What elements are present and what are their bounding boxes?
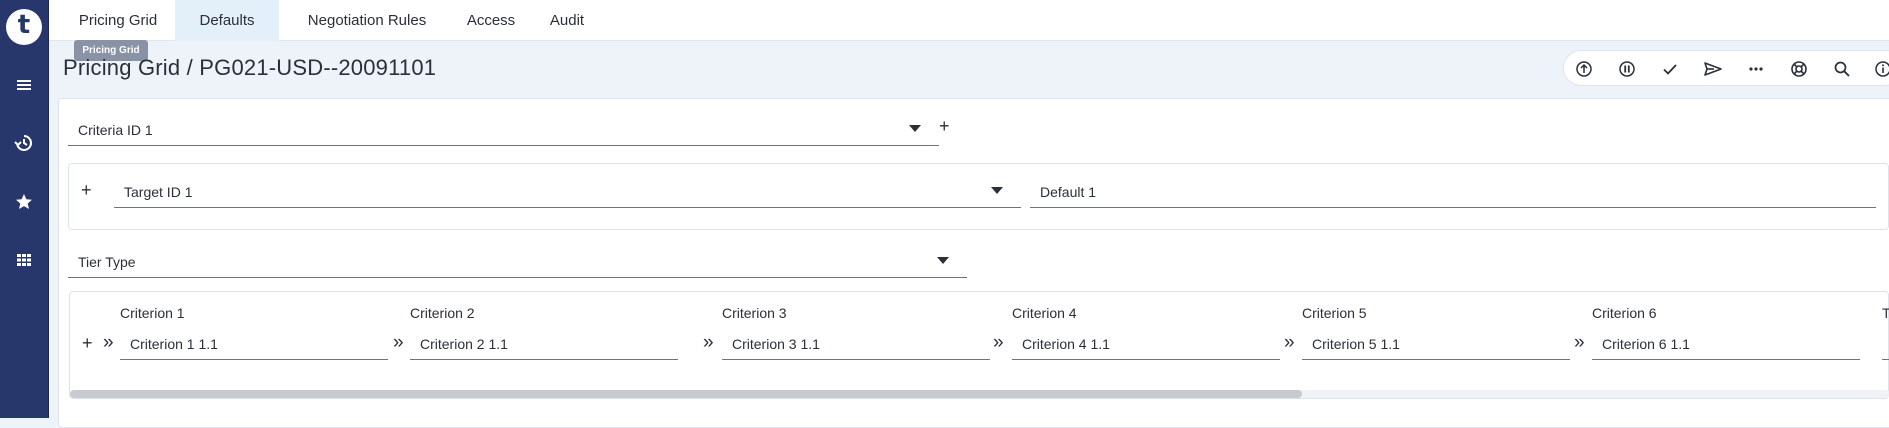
criterion-field[interactable]: Criterion 6 1.1 [1592, 330, 1860, 360]
check-icon[interactable] [1659, 58, 1681, 80]
default-value: Default 1 [1040, 184, 1097, 200]
history-icon[interactable] [14, 133, 34, 153]
add-tier-button[interactable]: + [82, 333, 93, 354]
criterion-field[interactable]: Criterion 3 1.1 [722, 330, 990, 360]
tab-bar: Pricing Grid Defaults Negotiation Rules … [49, 0, 1889, 41]
chevron-down-icon [991, 187, 1003, 194]
pause-icon[interactable] [1616, 58, 1638, 80]
app-logo[interactable]: t [6, 9, 42, 45]
criterion-field[interactable]: Criterion 5 1.1 [1302, 330, 1570, 360]
criterion-value: Criterion 1 1.1 [130, 336, 218, 352]
horizontal-scrollbar[interactable] [70, 390, 1889, 398]
tab-pricing-grid[interactable]: Pricing Grid [61, 0, 175, 41]
send-icon[interactable] [1702, 58, 1724, 80]
chevron-right-icon[interactable]: » [103, 333, 114, 352]
upload-icon[interactable] [1573, 58, 1595, 80]
chevron-right-icon[interactable]: » [1574, 333, 1585, 352]
more-icon[interactable] [1745, 58, 1767, 80]
tab-negotiation-rules[interactable]: Negotiation Rules [287, 0, 447, 41]
criterion-header: Criterion 3 [722, 305, 787, 321]
criterion-field[interactable] [1882, 330, 1889, 360]
criterion-header: Criterion 5 [1302, 305, 1367, 321]
chevron-down-icon [937, 257, 949, 264]
chevron-right-icon[interactable]: » [393, 333, 404, 352]
tier-type-select[interactable]: Tier Type [68, 248, 967, 278]
criterion-header: T [1882, 305, 1889, 321]
chevron-right-icon[interactable]: » [1284, 333, 1295, 352]
target-id-value: Target ID 1 [124, 184, 193, 200]
chevron-right-icon[interactable]: » [703, 333, 714, 352]
criterion-value: Criterion 4 1.1 [1022, 336, 1110, 352]
sidebar: t [0, 0, 49, 418]
criterion-field[interactable]: Criterion 1 1.1 [120, 330, 388, 360]
info-icon[interactable] [1872, 58, 1889, 80]
star-icon[interactable] [14, 192, 34, 212]
chevron-down-icon [909, 125, 921, 132]
chevron-right-icon[interactable]: » [993, 333, 1004, 352]
criterion-field[interactable]: Criterion 2 1.1 [410, 330, 678, 360]
criteria-id-value: Criteria ID 1 [78, 122, 153, 138]
default-field[interactable]: Default 1 [1030, 178, 1876, 208]
target-id-select[interactable]: Target ID 1 [114, 178, 1021, 208]
action-toolbar [1563, 50, 1889, 86]
criterion-value: Criterion 6 1.1 [1602, 336, 1690, 352]
criterion-field[interactable]: Criterion 4 1.1 [1012, 330, 1280, 360]
menu-icon[interactable] [14, 75, 34, 95]
criterion-header: Criterion 6 [1592, 305, 1657, 321]
apps-icon[interactable] [14, 250, 34, 270]
criterion-value: Criterion 5 1.1 [1312, 336, 1400, 352]
scrollbar-thumb[interactable] [70, 390, 1302, 398]
criteria-id-select[interactable]: Criteria ID 1 [68, 116, 939, 146]
tab-defaults[interactable]: Defaults [175, 0, 279, 41]
tier-type-value: Tier Type [78, 254, 136, 270]
criterion-header: Criterion 2 [410, 305, 475, 321]
search-icon[interactable] [1831, 58, 1853, 80]
tab-access[interactable]: Access [455, 0, 527, 41]
help-ring-icon[interactable] [1788, 58, 1810, 80]
criterion-header: Criterion 4 [1012, 305, 1077, 321]
add-criteria-button[interactable]: + [939, 116, 950, 137]
tab-audit[interactable]: Audit [535, 0, 599, 41]
page-title: Pricing Grid / PG021-USD--20091101 [63, 55, 437, 80]
criterion-value: Criterion 3 1.1 [732, 336, 820, 352]
add-target-button[interactable]: + [81, 180, 92, 201]
criterion-value: Criterion 2 1.1 [420, 336, 508, 352]
criterion-header: Criterion 1 [120, 305, 185, 321]
